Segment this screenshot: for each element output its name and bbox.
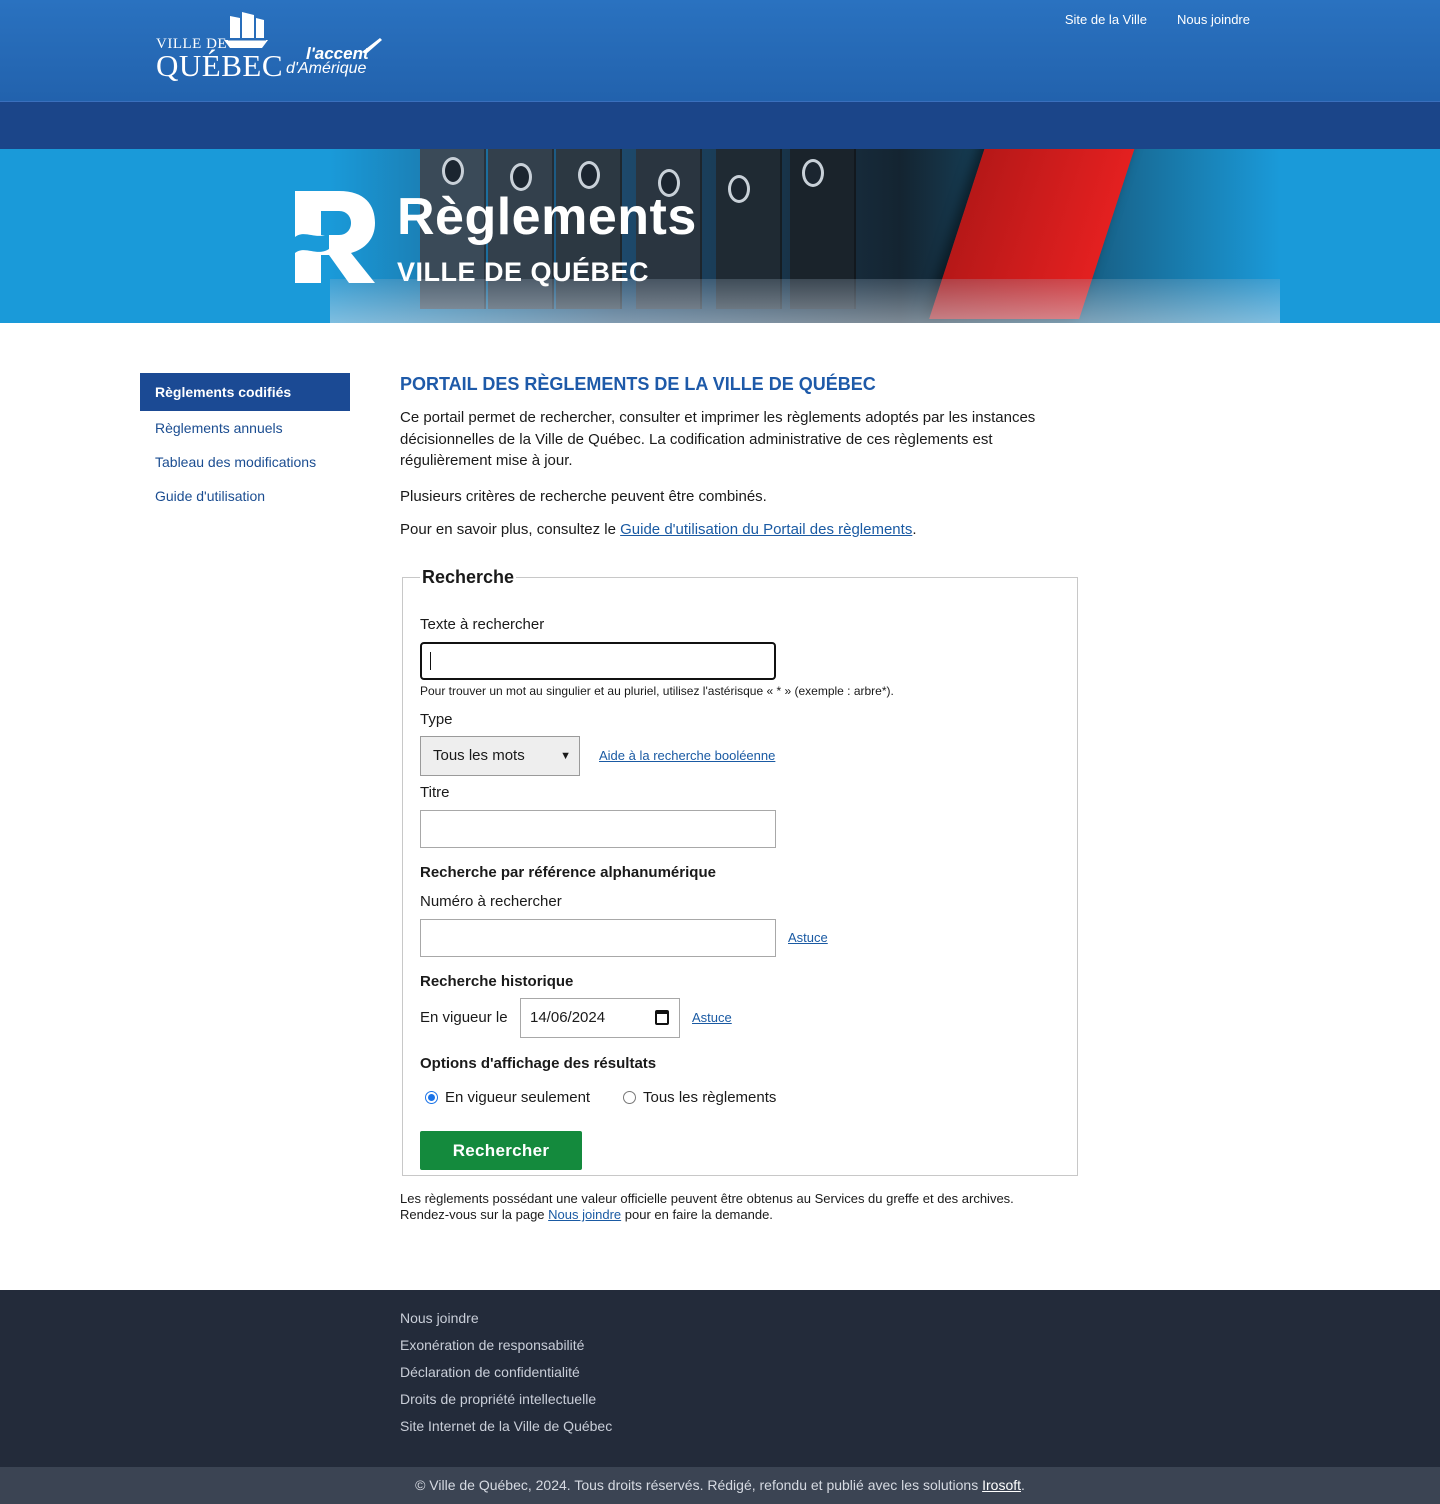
title-label: Titre [420,784,450,801]
r-logo-icon [295,191,375,283]
nav-bar [0,101,1440,149]
note-line-2-suffix: pour en faire la demande. [621,1207,773,1222]
boolean-help-link[interactable]: Aide à la recherche booléenne [599,748,775,763]
ville-de-quebec-logo[interactable]: VILLE DE QUÉBEC l'accent d'Amérique [156,10,386,84]
history-heading: Recherche historique [420,973,574,990]
footer-nous-joindre-link[interactable]: Nous joindre [400,1310,612,1337]
page-title: PORTAIL DES RÈGLEMENTS DE LA VILLE DE QU… [400,374,876,394]
text-search-label: Texte à rechercher [420,616,545,633]
irosoft-link[interactable]: Irosoft [982,1477,1021,1493]
type-select-value: Tous les mots [433,747,525,764]
copyright-text: © Ville de Québec, 2024. Tous droits rés… [415,1477,983,1493]
radio-en-vigueur-label[interactable]: En vigueur seulement [445,1089,590,1106]
sidebar-item-reglements-annuels[interactable]: Règlements annuels [140,411,350,445]
title-input[interactable] [420,810,776,848]
footer: Nous joindre Exonération de responsabili… [0,1290,1440,1467]
sidebar-item-guide-utilisation[interactable]: Guide d'utilisation [140,479,350,513]
ship-logo-icon [224,12,268,48]
calendar-icon[interactable] [655,1010,669,1025]
nous-joindre-link[interactable]: Nous joindre [1177,12,1250,27]
copyright-bar: © Ville de Québec, 2024. Tous droits rés… [0,1467,1440,1504]
in-force-label: En vigueur le [420,1009,508,1026]
banner: Règlements VILLE DE QUÉBEC [0,149,1440,323]
note-line-2: Rendez-vous sur la page Nous joindre pou… [400,1207,1090,1223]
number-input[interactable] [420,919,776,957]
type-select[interactable]: Tous les mots ▼ [420,736,580,776]
official-value-note: Les règlements possédant une valeur offi… [400,1191,1090,1223]
radio-en-vigueur[interactable] [425,1091,438,1104]
footer-links: Nous joindre Exonération de responsabili… [400,1310,612,1445]
chevron-down-icon: ▼ [560,750,571,762]
logo-quebec: QUÉBEC [156,48,283,83]
options-heading: Options d'affichage des résultats [420,1055,657,1072]
radio-tous-reglements[interactable] [623,1091,636,1104]
sidebar-item-tableau-modifications[interactable]: Tableau des modifications [140,445,350,479]
text-search-input[interactable] [420,642,776,680]
note-line-2-prefix: Rendez-vous sur la page [400,1207,549,1222]
banner-subtitle: VILLE DE QUÉBEC [397,257,650,287]
sidebar-item-reglements-codifies[interactable]: Règlements codifiés [140,373,350,411]
text-caret [430,652,431,670]
banner-title: Règlements [397,188,697,246]
rechercher-button[interactable]: Rechercher [420,1131,582,1170]
top-links: Site de la Ville Nous joindre [1065,12,1250,27]
note-line-1: Les règlements possédant une valeur offi… [400,1191,1014,1206]
nous-joindre-note-link[interactable]: Nous joindre [548,1207,621,1222]
footer-propriete-link[interactable]: Droits de propriété intellectuelle [400,1391,612,1418]
search-form: Recherche Texte à rechercher Pour trouve… [402,567,1078,1176]
radio-tous-reglements-label[interactable]: Tous les règlements [643,1089,776,1106]
footer-site-ville-link[interactable]: Site Internet de la Ville de Québec [400,1418,612,1445]
astuce-date-link[interactable]: Astuce [692,1010,732,1025]
site-header: VILLE DE QUÉBEC l'accent d'Amérique Site… [0,0,1440,101]
more-info-suffix: . [912,520,917,538]
main-content: PORTAIL DES RÈGLEMENTS DE LA VILLE DE QU… [400,372,1080,1222]
copyright-suffix: . [1021,1477,1025,1493]
criteria-paragraph: Plusieurs critères de recherche peuvent … [400,487,767,505]
more-info-prefix: Pour en savoir plus, consultez le [400,520,621,538]
astuce-number-link[interactable]: Astuce [788,930,828,945]
date-value: 14/06/2024 [530,1009,606,1026]
intro-paragraph: Ce portail permet de rechercher, consult… [400,409,1036,469]
text-search-hint: Pour trouver un mot au singulier et au p… [420,684,894,698]
site-de-la-ville-link[interactable]: Site de la Ville [1065,12,1147,27]
search-legend: Recherche [422,567,515,587]
footer-confidentialite-link[interactable]: Déclaration de confidentialité [400,1364,612,1391]
footer-exoneration-link[interactable]: Exonération de responsabilité [400,1337,612,1364]
more-info-paragraph: Pour en savoir plus, consultez le Guide … [400,521,1080,538]
reference-heading: Recherche par référence alphanumérique [420,864,716,881]
guide-link[interactable]: Guide d'utilisation du Portail des règle… [620,521,912,538]
date-input[interactable]: 14/06/2024 [520,998,680,1038]
logo-tagline-2: d'Amérique [286,60,367,77]
type-label: Type [420,711,453,728]
sidebar: Règlements codifiés Règlements annuels T… [140,373,350,513]
number-label: Numéro à rechercher [420,893,562,910]
